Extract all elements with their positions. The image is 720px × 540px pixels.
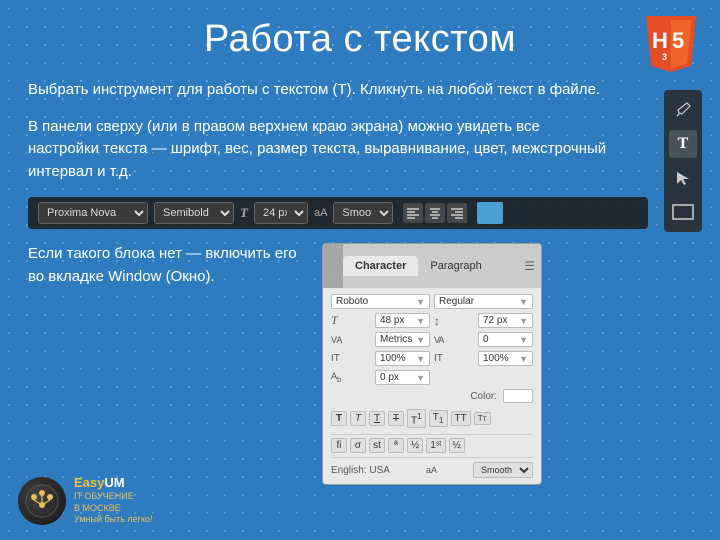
paragraph-3: Если такого блока нет — включить его во …	[28, 243, 308, 288]
ordinal-1-btn[interactable]: 1ˢᵗ	[426, 438, 445, 453]
font-value[interactable]: Roboto ▼	[331, 294, 430, 309]
antialiasing-select[interactable]: Smooth	[333, 202, 393, 224]
cursor-icon[interactable]	[669, 164, 697, 192]
align-group	[403, 203, 467, 223]
font-size-icon: T	[240, 205, 248, 221]
italic-type-btn[interactable]: T	[350, 411, 366, 426]
color-swatch[interactable]	[477, 202, 503, 224]
underline-type-btn[interactable]: T	[369, 411, 385, 426]
panel-icon-1: ≡	[325, 248, 341, 264]
color-row: Color:	[331, 389, 533, 403]
strikethrough-type-btn[interactable]: T	[388, 411, 404, 426]
size-select[interactable]: 24 px	[254, 202, 308, 224]
aa-icon: aA	[314, 207, 327, 219]
type-style-row: T T T T T1 T1 TT TT	[331, 409, 533, 428]
horiz-scale-label: IT	[434, 353, 452, 364]
tracking-value[interactable]: 0 ▼	[478, 332, 533, 347]
rectangle-icon[interactable]	[669, 198, 697, 226]
character-panel: ≡ ⊕ Character Paragraph ☰ Roboto ▼	[322, 243, 542, 485]
eyedropper-icon[interactable]	[669, 96, 697, 124]
paragraph-1: Выбрать инструмент для работы с текстом …	[28, 79, 608, 102]
size-label: T	[331, 313, 349, 328]
language-row: English: USA aA Smooth	[331, 457, 533, 478]
align-right-button[interactable]	[447, 203, 467, 223]
vert-scale-value[interactable]: 100% ▼	[375, 351, 430, 366]
text-tool-icon[interactable]: T	[669, 130, 697, 158]
tools-panel: T	[664, 90, 702, 232]
language-label: English: USA	[331, 465, 390, 476]
baseline-row: Ab 0 px ▼	[331, 370, 430, 385]
text-toolbar: Proxima Nova Semibold T 24 px aA Smooth	[28, 197, 648, 229]
main-content: Работа с текстом Выбрать инструмент для …	[0, 0, 720, 503]
sigma-btn[interactable]: σ	[350, 438, 366, 453]
weight-select[interactable]: Semibold	[154, 202, 234, 224]
html5-badge: H 5 3	[640, 12, 702, 74]
tracking-row: VA 0 ▼	[434, 332, 533, 347]
half-btn[interactable]: ½	[449, 438, 465, 453]
fi-ligature-btn[interactable]: fi	[331, 438, 347, 453]
allcaps-type-btn[interactable]: TT	[451, 411, 471, 426]
paragraph-tab[interactable]: Paragraph	[418, 256, 493, 276]
panel-side-icons: ≡ ⊕	[323, 244, 343, 288]
size-value[interactable]: 48 px ▼	[375, 313, 430, 328]
vert-scale-label: IT	[331, 353, 349, 364]
style-value[interactable]: Regular ▼	[434, 294, 533, 309]
kerning-value[interactable]: Metrics ▼	[375, 332, 430, 347]
smallcaps-type-btn[interactable]: TT	[474, 412, 491, 425]
paragraph-2: В панели сверху (или в правом верхнем кр…	[28, 116, 608, 184]
kerning-row: VA Metrics ▼	[331, 332, 430, 347]
horiz-scale-value[interactable]: 100% ▼	[478, 351, 533, 366]
st-btn[interactable]: st	[369, 438, 385, 453]
color-picker[interactable]	[503, 389, 533, 403]
leading-row: ↕ 72 px ▼	[434, 313, 533, 328]
character-tab[interactable]: Character	[343, 256, 418, 276]
smooth-select[interactable]: Smooth	[473, 462, 533, 478]
char-panel-body: Roboto ▼ Regular ▼ T 48 px ▼	[323, 288, 541, 484]
logo-subtext: Умный быть легко!	[74, 514, 153, 526]
svg-text:3: 3	[662, 52, 667, 62]
aa-smooth-label: aA	[426, 465, 437, 475]
ordinal-a-btn[interactable]: ª	[388, 438, 404, 453]
vert-scale-row: IT 100% ▼	[331, 351, 430, 366]
color-label: Color:	[470, 391, 497, 402]
subscript-type-btn[interactable]: T1	[429, 410, 448, 427]
baseline-label: Ab	[331, 371, 349, 384]
leading-label: ↕	[434, 314, 452, 328]
page-title: Работа с текстом	[28, 18, 692, 61]
bottom-section: Если такого блока нет — включить его во …	[28, 243, 692, 485]
fraction-btn[interactable]: ½	[407, 438, 423, 453]
font-select[interactable]: Proxima Nova	[38, 202, 148, 224]
svg-text:H: H	[652, 28, 668, 53]
svg-text:5: 5	[672, 28, 684, 53]
font-row: Roboto ▼ Regular ▼	[331, 294, 533, 309]
panel-icon-2: ⊕	[325, 268, 341, 284]
superscript-type-btn[interactable]: T1	[407, 409, 426, 428]
align-left-button[interactable]	[403, 203, 423, 223]
panel-menu-icon[interactable]: ☰	[518, 255, 541, 277]
tracking-label-text: VA	[434, 335, 452, 345]
leading-value[interactable]: 72 px ▼	[478, 313, 533, 328]
bold-type-btn[interactable]: T	[331, 411, 347, 426]
glyphs-row: fi σ st ª ½ 1ˢᵗ ½	[331, 434, 533, 453]
baseline-value[interactable]: 0 px ▼	[375, 370, 430, 385]
align-center-button[interactable]	[425, 203, 445, 223]
size-row: T 48 px ▼	[331, 313, 430, 328]
kerning-label-text: VA	[331, 335, 349, 345]
horiz-scale-row: IT 100% ▼	[434, 351, 533, 366]
